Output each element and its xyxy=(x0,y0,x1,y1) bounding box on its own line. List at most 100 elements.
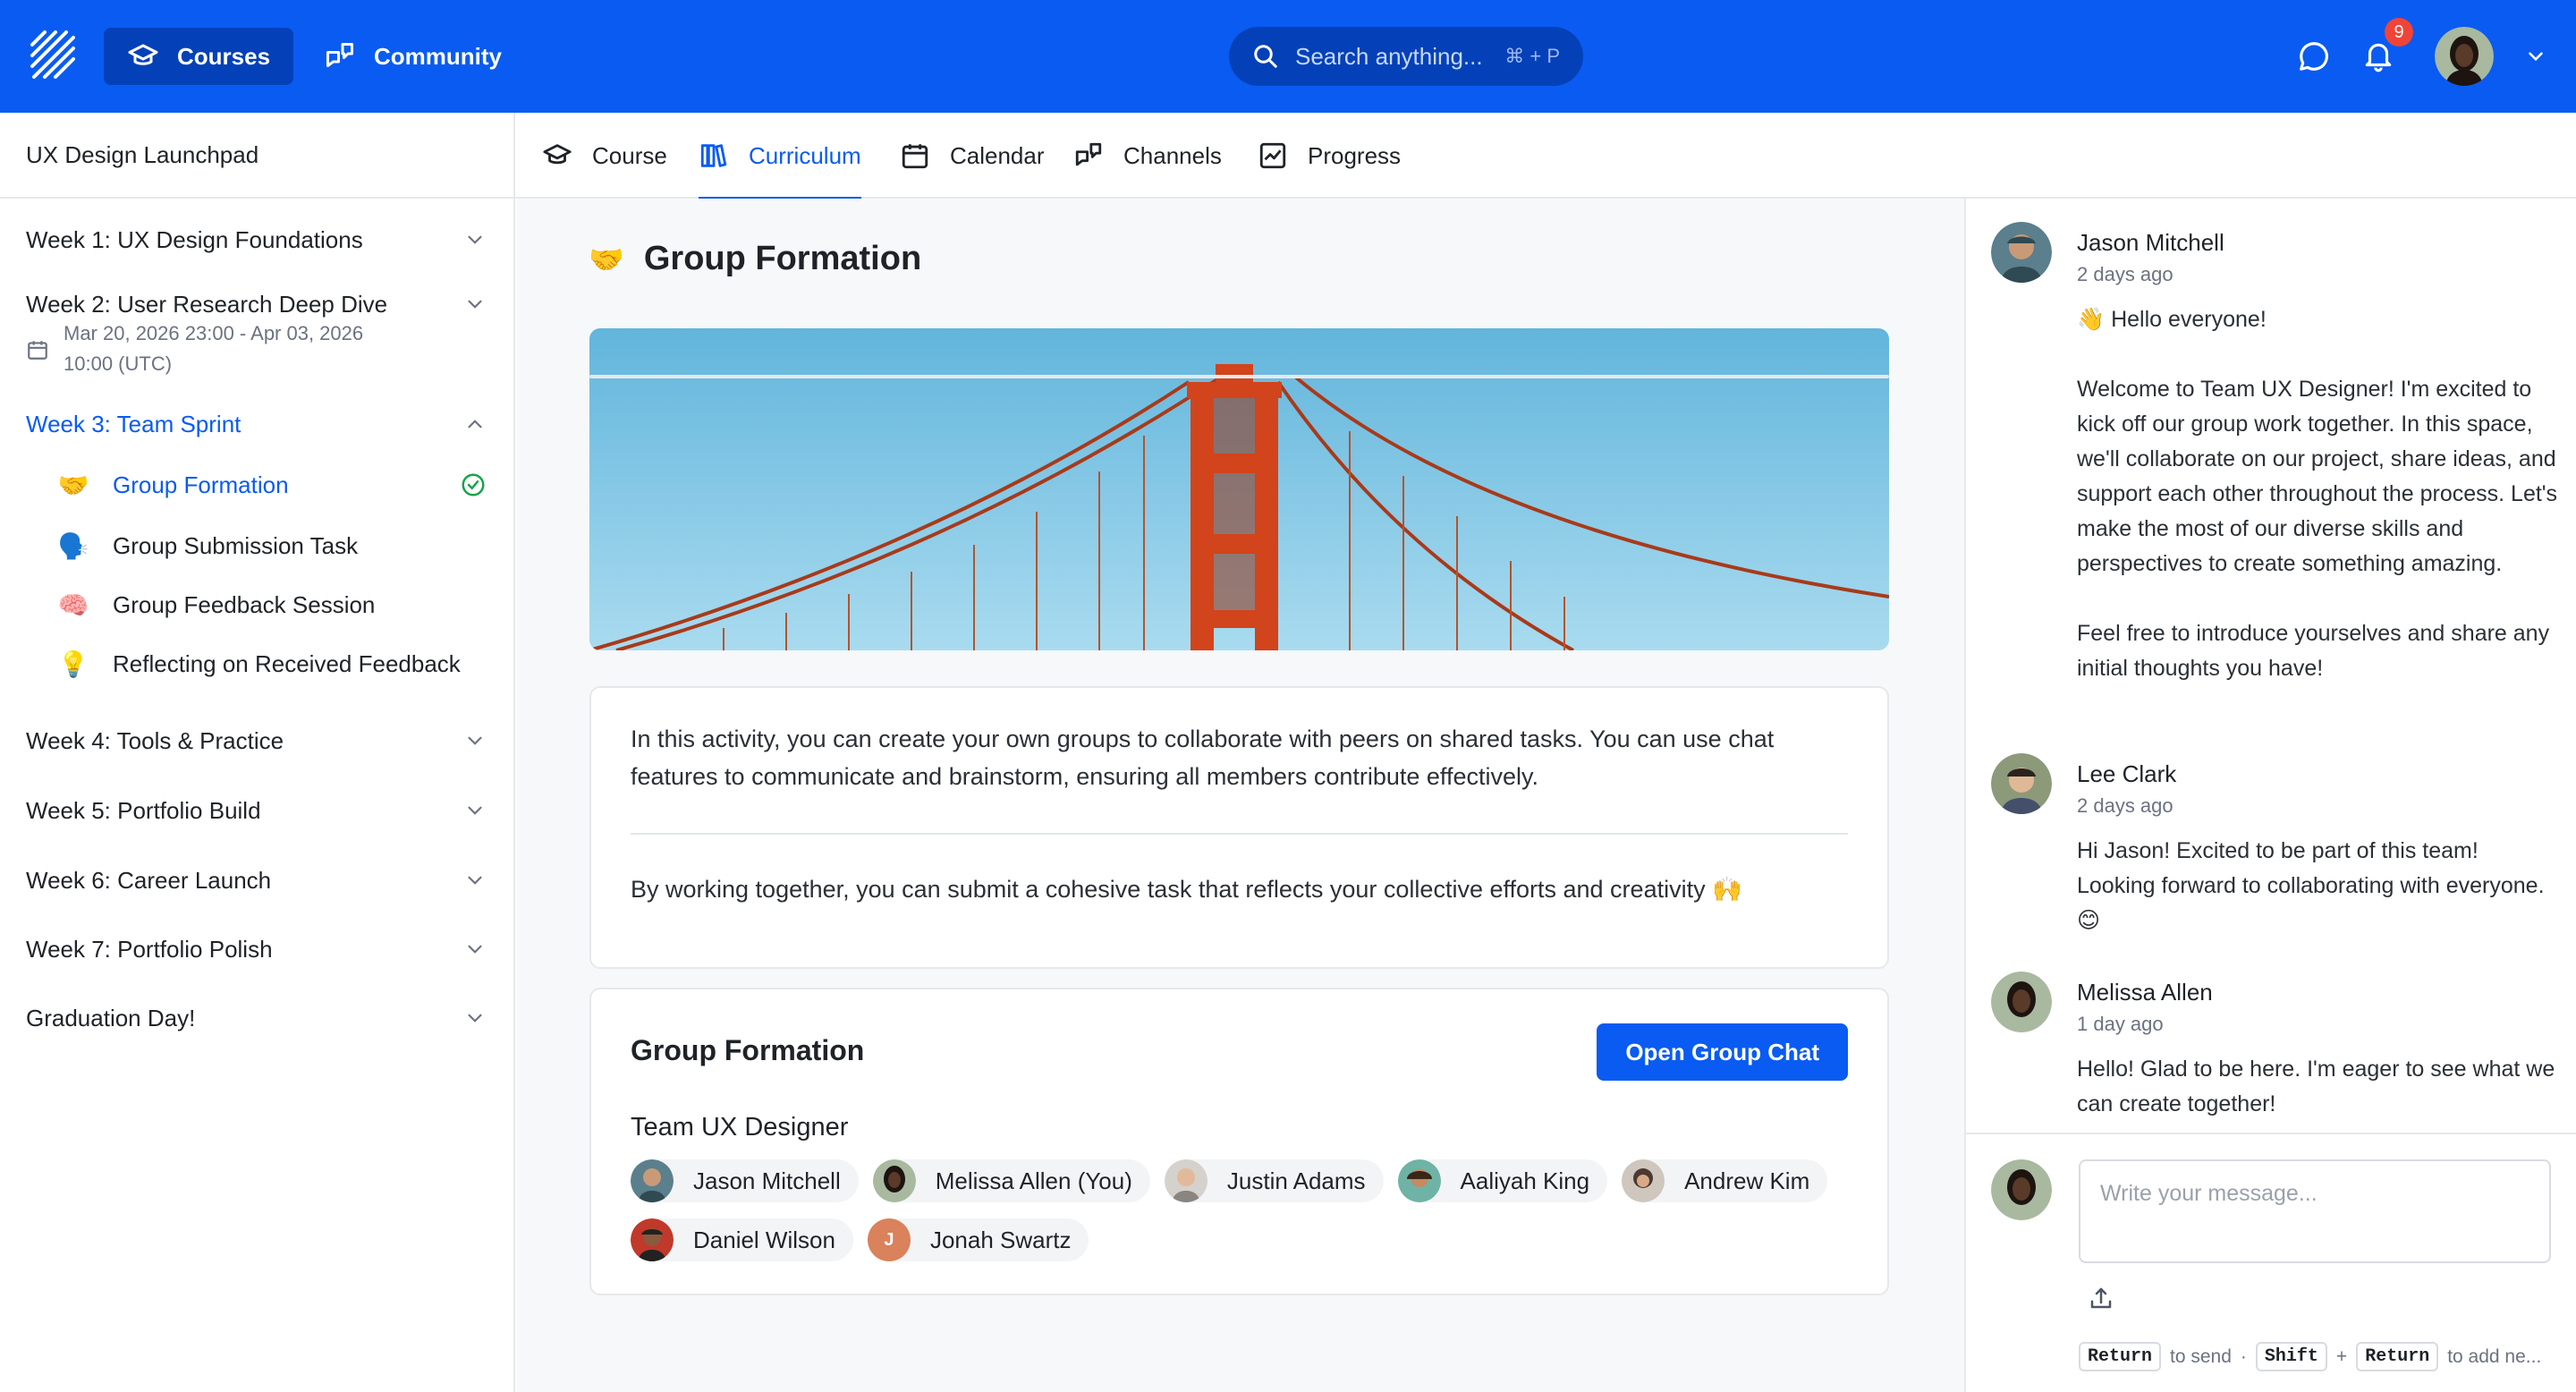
chat-message: Lee Clark 2 days ago Hi Jason! Excited t… xyxy=(1991,753,2555,959)
shift-key: Shift xyxy=(2255,1342,2327,1371)
open-group-chat-button[interactable]: Open Group Chat xyxy=(1597,1023,1848,1081)
community-nav-button[interactable]: Community xyxy=(301,28,525,85)
member-name: Justin Adams xyxy=(1226,1167,1366,1194)
search-bar[interactable]: Search anything... ⌘ + P xyxy=(1229,27,1583,86)
tab-channels[interactable]: Channels xyxy=(1073,113,1222,199)
lesson-label: Group Formation xyxy=(113,471,289,498)
message-time: 1 day ago xyxy=(2077,1013,2164,1035)
chat-composer: Return to send · Shift + Return to add n… xyxy=(1966,1133,2576,1392)
week-label: Week 1: UX Design Foundations xyxy=(26,225,363,253)
chevron-down-icon xyxy=(468,806,482,815)
lesson-reflecting-feedback[interactable]: 💡 Reflecting on Received Feedback xyxy=(55,644,487,683)
sidebar-week-1[interactable]: Week 1: UX Design Foundations xyxy=(26,220,487,259)
brain-icon: 🧠 xyxy=(57,590,89,619)
speaking-head-icon: 🗣️ xyxy=(57,531,89,560)
return-key: Return xyxy=(2356,1342,2439,1371)
avatar-initial: J xyxy=(867,1218,911,1261)
message-time: 2 days ago xyxy=(2077,263,2174,285)
divider xyxy=(631,833,1848,835)
sidebar-week-3[interactable]: Week 3: Team Sprint xyxy=(26,404,487,444)
avatar xyxy=(631,1218,674,1261)
member-name: Andrew Kim xyxy=(1684,1167,1810,1194)
hint-plus: + xyxy=(2335,1345,2348,1367)
tab-calendar[interactable]: Calendar xyxy=(900,113,1045,199)
sidebar-week-6[interactable]: Week 6: Career Launch xyxy=(26,861,487,900)
week-label: Week 7: Portfolio Polish xyxy=(26,935,273,963)
tab-label: Progress xyxy=(1308,141,1402,169)
chevron-down-icon xyxy=(468,736,482,745)
hint-text: to add ne... xyxy=(2447,1345,2542,1367)
hint-separator: · xyxy=(2240,1345,2247,1367)
logo-icon[interactable] xyxy=(29,29,77,81)
description-card: In this activity, you can create your ow… xyxy=(589,686,1889,969)
member-name: Jonah Swartz xyxy=(929,1226,1072,1253)
member-list: Jason Mitchell Melissa Allen (You) Justi… xyxy=(631,1159,1847,1261)
week-label: Week 4: Tools & Practice xyxy=(26,726,284,754)
page-title: 🤝 Group Formation xyxy=(589,240,921,278)
lesson-content: 🤝 Group Formation In this activity, you … xyxy=(517,199,1964,1392)
lesson-label: Group Submission Task xyxy=(113,531,359,559)
messages-icon[interactable] xyxy=(2297,39,2331,73)
member-chip[interactable]: Melissa Allen (You) xyxy=(872,1159,1150,1202)
message-author: Jason Mitchell xyxy=(2077,229,2224,256)
chevron-down-icon xyxy=(468,235,482,244)
chart-icon xyxy=(1259,142,1286,169)
sidebar-graduation-day[interactable]: Graduation Day! xyxy=(26,998,487,1038)
message-input[interactable] xyxy=(2079,1159,2551,1263)
week-2-date-line-1: Mar 20, 2026 23:00 - Apr 03, 2026 xyxy=(64,322,364,344)
member-name: Daniel Wilson xyxy=(693,1226,835,1253)
team-name: Team UX Designer xyxy=(631,1113,849,1142)
user-avatar[interactable] xyxy=(2435,27,2494,86)
member-chip[interactable]: Daniel Wilson xyxy=(631,1218,853,1261)
lesson-group-feedback-session[interactable]: 🧠 Group Feedback Session xyxy=(55,585,487,624)
message-author: Lee Clark xyxy=(2077,760,2177,787)
member-name: Melissa Allen (You) xyxy=(935,1167,1132,1194)
bell-icon[interactable] xyxy=(2361,39,2395,73)
chevron-down-icon xyxy=(468,1014,482,1023)
top-navigation-bar: Courses Community Search anything... ⌘ +… xyxy=(0,0,2576,113)
sidebar-week-5[interactable]: Week 5: Portfolio Build xyxy=(26,791,487,830)
member-chip[interactable]: Aaliyah King xyxy=(1397,1159,1608,1202)
avatar xyxy=(1991,1159,2052,1220)
chevron-down-icon xyxy=(468,300,482,309)
tab-course[interactable]: Course xyxy=(542,113,667,199)
keyboard-hint: Return to send · Shift + Return to add n… xyxy=(2079,1342,2541,1371)
week-label: Week 3: Team Sprint xyxy=(26,410,242,437)
library-icon xyxy=(700,144,727,167)
week-2-date-line-2: 10:00 (UTC) xyxy=(64,352,173,375)
tab-progress[interactable]: Progress xyxy=(1258,113,1401,199)
handshake-icon: 🤝 xyxy=(589,242,624,276)
member-chip[interactable]: Jason Mitchell xyxy=(631,1159,859,1202)
member-chip[interactable]: Justin Adams xyxy=(1164,1159,1384,1202)
tab-label: Calendar xyxy=(950,141,1045,169)
course-sidebar: UX Design Launchpad Week 1: UX Design Fo… xyxy=(0,113,515,1392)
chat-bubbles-icon xyxy=(1075,142,1102,166)
week-2-date-range: Mar 20, 2026 23:00 - Apr 03, 2026 10:00 … xyxy=(26,318,363,379)
message-body: 👋 Hello everyone! Welcome to Team UX Des… xyxy=(2077,307,2558,681)
lesson-group-submission-task[interactable]: 🗣️ Group Submission Task xyxy=(55,526,487,565)
group-chat-panel: Jason Mitchell 2 days ago 👋 Hello everyo… xyxy=(1964,199,2576,1392)
sidebar-week-4[interactable]: Week 4: Tools & Practice xyxy=(26,721,487,760)
lesson-group-formation[interactable]: 🤝 Group Formation xyxy=(55,465,487,505)
group-card-title: Group Formation xyxy=(631,1034,865,1066)
sidebar-week-7[interactable]: Week 7: Portfolio Polish xyxy=(26,929,487,969)
week-label: Week 2: User Research Deep Dive xyxy=(26,290,388,318)
chevron-down-icon[interactable] xyxy=(2524,45,2547,68)
week-label: Week 5: Portfolio Build xyxy=(26,796,261,824)
check-circle-icon xyxy=(462,473,485,497)
graduation-cap-icon xyxy=(543,144,572,165)
tab-curriculum[interactable]: Curriculum xyxy=(699,113,861,200)
message-author: Melissa Allen xyxy=(2077,979,2213,1006)
description-paragraph-1: In this activity, you can create your ow… xyxy=(631,726,1775,790)
courses-nav-button[interactable]: Courses xyxy=(104,28,294,85)
tab-label: Channels xyxy=(1123,141,1222,169)
chevron-down-icon xyxy=(468,945,482,954)
description-paragraph-2: By working together, you can submit a co… xyxy=(631,876,1742,903)
tab-label: Course xyxy=(592,141,667,169)
member-chip[interactable]: J Jonah Swartz xyxy=(867,1218,1089,1261)
upload-icon[interactable] xyxy=(2088,1285,2114,1311)
member-chip[interactable]: Andrew Kim xyxy=(1622,1159,1828,1202)
message-body: Hi Jason! Excited to be part of this tea… xyxy=(2077,838,2545,933)
tab-label: Curriculum xyxy=(749,141,861,169)
search-shortcut: ⌘ + P xyxy=(1504,45,1560,67)
